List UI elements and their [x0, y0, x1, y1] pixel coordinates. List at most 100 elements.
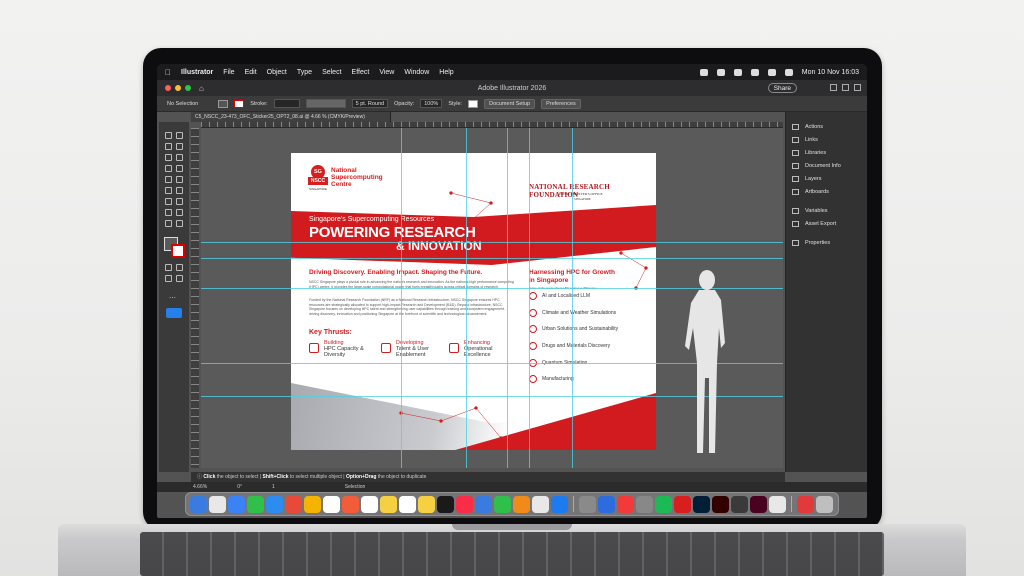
guide-horizontal[interactable]	[201, 242, 783, 243]
artboard[interactable]: SG NSCC National Supercomputing Centre S…	[291, 153, 656, 450]
dock-app-icon[interactable]	[655, 495, 672, 513]
guide-vertical[interactable]	[507, 128, 508, 468]
dock-app-icon[interactable]	[494, 495, 511, 513]
dock-app-icon[interactable]	[551, 495, 568, 513]
menu-effect[interactable]: Effect	[352, 69, 370, 76]
dock-app-icon[interactable]	[228, 495, 245, 513]
guide-vertical[interactable]	[572, 128, 573, 468]
menu-help[interactable]: Help	[439, 69, 453, 76]
stroke-swatch[interactable]	[234, 99, 245, 108]
blend-tool-icon[interactable]	[165, 198, 172, 205]
dock-app-icon[interactable]	[437, 495, 454, 513]
screen-mode-icon[interactable]	[176, 275, 183, 282]
dock-app-icon[interactable]	[247, 495, 264, 513]
dock-app-icon[interactable]	[418, 495, 435, 513]
panel-asset-export[interactable]: Asset Export	[792, 221, 836, 227]
dock-app-icon[interactable]	[361, 495, 378, 513]
brush-definition-field[interactable]: 5 pt. Round	[351, 99, 389, 108]
opacity-field[interactable]: 100%	[420, 99, 443, 108]
menu-type[interactable]: Type	[297, 69, 312, 76]
dock-app-icon[interactable]	[598, 495, 615, 513]
creative-cloud-icon[interactable]	[699, 68, 708, 76]
dock-app-icon[interactable]	[285, 495, 302, 513]
wifi-icon[interactable]	[750, 68, 759, 76]
dock-app-icon[interactable]	[731, 495, 748, 513]
panel-properties[interactable]: Properties	[792, 240, 830, 246]
eraser-tool-icon[interactable]	[165, 176, 172, 183]
rectangle-tool-icon[interactable]	[165, 154, 172, 161]
current-tool-status[interactable]: Selection	[345, 482, 366, 492]
arrange-icon[interactable]	[830, 84, 837, 91]
workspace-icon[interactable]	[854, 84, 861, 91]
search-help-icon[interactable]	[842, 84, 849, 91]
rotate-tool-icon[interactable]	[176, 165, 183, 172]
document-setup-button[interactable]: Document Setup	[484, 98, 536, 109]
more-tools-icon[interactable]: ⋯	[169, 294, 176, 302]
stroke-color-icon[interactable]	[171, 244, 185, 258]
dock-app-icon[interactable]	[816, 495, 833, 513]
zoom-level-field[interactable]: 4.66%	[193, 482, 207, 492]
dock-app-icon[interactable]	[674, 495, 691, 513]
menubar-clock[interactable]: Mon 10 Nov 16:03	[802, 69, 859, 76]
dock-app-icon[interactable]	[693, 495, 710, 513]
dock-app-icon[interactable]	[399, 495, 416, 513]
stroke-weight-field[interactable]	[273, 99, 300, 108]
panel-document-info[interactable]: Document Info	[792, 163, 841, 169]
zoom-tool-icon[interactable]	[176, 220, 183, 227]
panel-variables[interactable]: Variables	[792, 208, 828, 214]
edit-toolbar-icon[interactable]	[166, 308, 182, 318]
menu-app-name[interactable]: Illustrator	[181, 69, 213, 76]
variable-width-field[interactable]	[305, 99, 346, 108]
menu-select[interactable]: Select	[322, 69, 341, 76]
pen-tool-icon[interactable]	[165, 143, 172, 150]
dock-app-icon[interactable]	[636, 495, 653, 513]
panel-links[interactable]: Links	[792, 137, 818, 143]
menu-file[interactable]: File	[223, 69, 234, 76]
dock-app-icon[interactable]	[266, 495, 283, 513]
guide-vertical[interactable]	[401, 128, 402, 468]
slice-tool-icon[interactable]	[176, 209, 183, 216]
hand-tool-icon[interactable]	[165, 220, 172, 227]
menu-window[interactable]: Window	[404, 69, 429, 76]
eyedropper-tool-icon[interactable]	[176, 187, 183, 194]
type-tool-icon[interactable]	[165, 165, 172, 172]
preferences-button[interactable]: Preferences	[541, 98, 581, 109]
dock-app-icon[interactable]	[475, 495, 492, 513]
dock-app-icon[interactable]	[617, 495, 634, 513]
curvature-tool-icon[interactable]	[176, 143, 183, 150]
panel-actions[interactable]: Actions	[792, 124, 823, 130]
gradient-tool-icon[interactable]	[165, 187, 172, 194]
gradient-mode-icon[interactable]	[176, 264, 183, 271]
dock-app-icon[interactable]	[712, 495, 729, 513]
menu-object[interactable]: Object	[267, 69, 287, 76]
canvas[interactable]: SG NSCC National Supercomputing Centre S…	[201, 128, 783, 468]
dock-app-icon[interactable]	[532, 495, 549, 513]
menu-view[interactable]: View	[379, 69, 394, 76]
artboard-tool-icon[interactable]	[165, 209, 172, 216]
record-icon[interactable]	[716, 68, 725, 76]
document-tab[interactable]: C5_NSCC_23-473_OFC_Sticker25_OPT2_08.ai …	[191, 112, 391, 122]
dock-app-icon[interactable]	[323, 495, 340, 513]
fill-swatch[interactable]	[218, 99, 229, 108]
menu-edit[interactable]: Edit	[245, 69, 257, 76]
dock-app-icon[interactable]	[579, 495, 596, 513]
color-mode-icon[interactable]	[165, 264, 172, 271]
battery-icon[interactable]	[733, 68, 742, 76]
panel-artboards[interactable]: Artboards	[792, 189, 829, 195]
direct-selection-tool-icon[interactable]	[176, 132, 183, 139]
panel-libraries[interactable]: Libraries	[792, 150, 826, 156]
apple-icon[interactable]: 	[165, 68, 171, 77]
share-button[interactable]: Share	[767, 83, 797, 93]
dock-app-icon[interactable]	[380, 495, 397, 513]
dock-app-icon[interactable]	[209, 495, 226, 513]
dock-app-icon[interactable]	[797, 495, 814, 513]
dock-app-icon[interactable]	[769, 495, 786, 513]
dock-app-icon[interactable]	[456, 495, 473, 513]
vertical-ruler[interactable]	[191, 128, 199, 468]
dock-app-icon[interactable]	[750, 495, 767, 513]
guide-vertical[interactable]	[529, 128, 530, 468]
search-icon[interactable]	[767, 68, 776, 76]
dock-app-icon[interactable]	[304, 495, 321, 513]
dock-app-icon[interactable]	[513, 495, 530, 513]
control-center-icon[interactable]	[784, 68, 793, 76]
